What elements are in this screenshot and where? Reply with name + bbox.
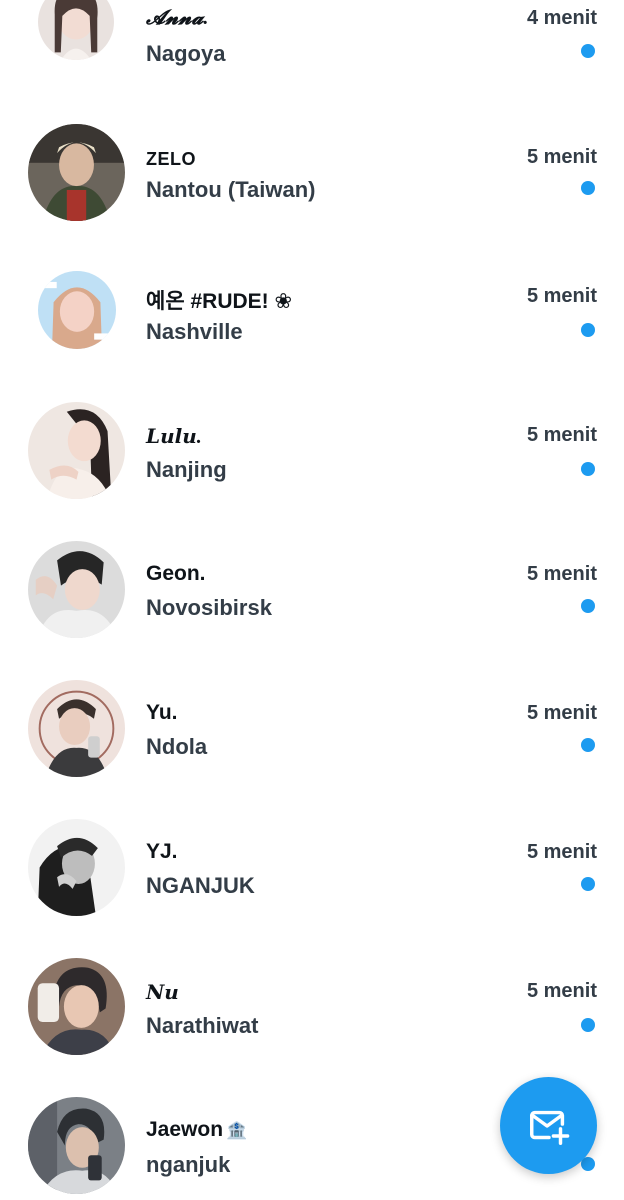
conversation-row[interactable]: 𝑳𝒖𝒍𝒖. Nanjing 5 menit [0, 402, 624, 541]
conversation-row[interactable]: Geon. Novosibirsk 5 menit [0, 541, 624, 680]
conversation-row[interactable]: YJ. NGANJUK 5 menit [0, 819, 624, 958]
conversation-name: Yu. [146, 701, 178, 724]
last-message: Nagoya [146, 41, 226, 66]
conversation-name: ZELO [146, 149, 196, 169]
unread-dot-icon [581, 738, 595, 752]
conversation-name: Geon. [146, 562, 206, 585]
avatar[interactable] [28, 124, 125, 221]
conversation-name-text: Jaewon [146, 1118, 224, 1141]
timestamp: 5 menit [526, 146, 597, 168]
timestamp: 5 menit [526, 841, 597, 863]
timestamp: 5 menit [526, 702, 597, 724]
conversation-row[interactable]: 𝓐𝓷𝓷𝓪. Nagoya 4 menit [0, 0, 624, 124]
conversation-name: 예온 #RUDE! ❀ [146, 290, 293, 313]
timestamp: 5 menit [526, 424, 597, 446]
last-message: Nanjing [146, 457, 227, 482]
last-message: Novosibirsk [146, 595, 272, 620]
unread-dot-icon [581, 44, 595, 58]
avatar[interactable] [28, 541, 125, 638]
avatar[interactable] [28, 1097, 125, 1194]
conversation-name: 𝑵𝒖 [146, 982, 179, 1004]
avatar[interactable] [28, 680, 125, 777]
last-message: NGANJUK [146, 873, 255, 898]
new-message-icon [529, 1110, 569, 1145]
timestamp: 4 menit [526, 7, 597, 29]
conversation-name: Jaewon 🏦 [146, 1118, 247, 1142]
timestamp: 5 menit [526, 980, 597, 1002]
conversation-name: 𝓐𝓷𝓷𝓪. [146, 7, 209, 29]
avatar[interactable] [28, 402, 125, 499]
timestamp: 5 menit [526, 563, 597, 585]
conversation-row[interactable]: ZELO Nantou (Taiwan) 5 menit [0, 124, 624, 263]
institution-icon: 🏦 [226, 1121, 248, 1140]
conversation-row[interactable]: Yu. Ndola 5 menit [0, 680, 624, 819]
unread-dot-icon [581, 462, 595, 476]
unread-dot-icon [581, 1018, 595, 1032]
conversation-name: 𝑳𝒖𝒍𝒖. [146, 426, 202, 448]
unread-dot-icon [581, 181, 595, 195]
conversation-name: YJ. [146, 840, 178, 863]
last-message: nganjuk [146, 1152, 231, 1177]
new-message-button[interactable] [500, 1077, 597, 1174]
avatar[interactable] [28, 958, 125, 1055]
unread-dot-icon [581, 599, 595, 613]
last-message: Nantou (Taiwan) [146, 177, 316, 202]
avatar[interactable] [38, 271, 116, 349]
last-message: Ndola [146, 734, 208, 759]
conversation-row[interactable]: 예온 #RUDE! ❀ Nashville 5 menit [0, 263, 624, 402]
avatar[interactable] [38, 0, 114, 60]
conversation-row[interactable]: 𝑵𝒖 Narathiwat 5 menit [0, 958, 624, 1097]
last-message: Narathiwat [146, 1013, 259, 1038]
last-message: Nashville [146, 319, 243, 344]
timestamp: 5 menit [526, 285, 597, 307]
avatar[interactable] [28, 819, 125, 916]
messages-list: 𝓐𝓷𝓷𝓪. Nagoya 4 menit ZELO Nantou (Taiwan… [0, 0, 624, 1200]
unread-dot-icon [581, 323, 595, 337]
unread-dot-icon [581, 877, 595, 891]
